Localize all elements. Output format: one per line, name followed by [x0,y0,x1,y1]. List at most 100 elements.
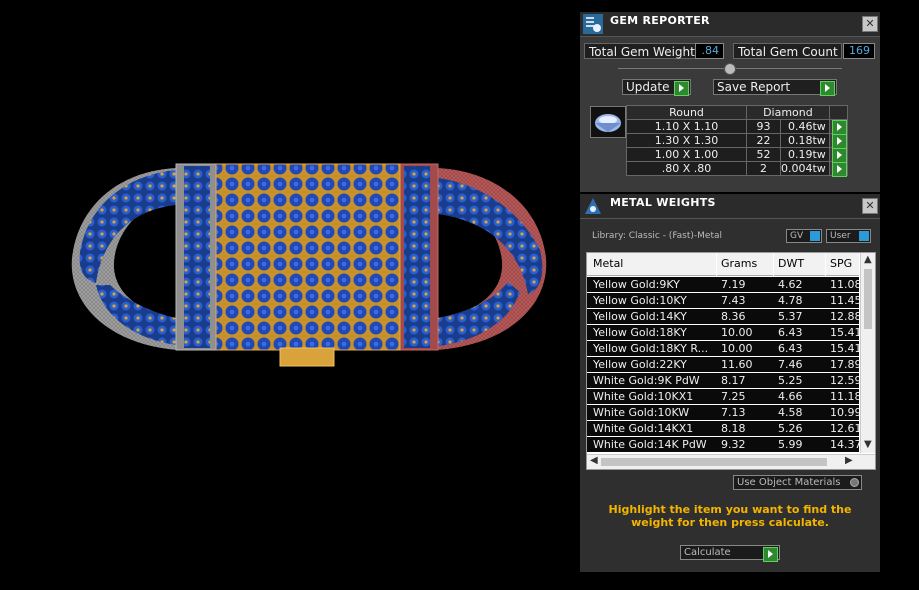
spg: 14.37 [830,438,859,451]
dwt: 4.78 [778,294,803,307]
gem-weight: 0.46tw [780,119,830,134]
metal-name: Yellow Gold:10KY [593,294,687,307]
gem-row[interactable]: 1.00 X 1.00 52 0.19tw [626,147,848,163]
library-label: Library: Classic - (Fast)-Metal [592,231,723,241]
metal-rows: Yellow Gold:9KY 7.19 4.62 11.08 Yellow Gold… [587,277,859,453]
horizontal-scroll-thumb[interactable] [601,458,827,466]
calculate-label: Calculate [684,547,731,558]
table-row[interactable]: Yellow Gold:14KY 8.36 5.37 12.88 [587,309,859,325]
grams: 7.13 [721,406,746,419]
metal-weights-titlebar[interactable]: METAL WEIGHTS ✕ [580,194,880,219]
grams: 11.60 [721,358,753,371]
table-row[interactable]: Yellow Gold:18KY R... 10.00 6.43 15.41 [587,341,859,357]
table-row[interactable]: Yellow Gold:18KY 10.00 6.43 15.41 [587,325,859,341]
gem-slider-knob[interactable] [724,63,736,75]
dwt: 5.37 [778,310,803,323]
gem-count: 22 [746,133,781,148]
horizontal-scrollbar[interactable]: ◀ ▶ [587,454,875,469]
spg: 10.99 [830,406,859,419]
table-row[interactable]: White Gold:14KX1 8.18 5.26 12.61 [587,421,859,437]
column-header-spg[interactable]: SPG [830,257,852,270]
dwt: 4.66 [778,390,803,403]
use-object-materials-toggle[interactable]: Use Object Materials [733,475,862,490]
spg: 12.59 [830,374,859,387]
spg: 17.89 [830,358,859,371]
save-report-button[interactable]: Save Report [713,79,837,96]
gem-reporter-icon [583,14,603,34]
grams: 8.17 [721,374,746,387]
3d-viewport[interactable] [0,0,578,586]
grams: 10.00 [721,326,753,339]
gem-row[interactable]: .80 X .80 2 0.004tw [626,161,848,177]
gem-row[interactable]: 1.10 X 1.10 93 0.46tw [626,119,848,135]
scroll-down-icon[interactable]: ▼ [864,439,872,450]
close-icon[interactable]: ✕ [862,16,878,32]
spg: 11.08 [830,278,859,291]
metal-table-header: Metal Grams DWT SPG [587,253,859,276]
grams: 9.32 [721,438,746,451]
metal-name: White Gold:14KX1 [593,422,694,435]
gem-weight: 0.004tw [780,161,830,176]
gem-size: 1.10 X 1.10 [626,119,747,134]
table-row[interactable]: White Gold:14K PdW 9.32 5.99 14.37 [587,437,859,453]
gem-size: 1.00 X 1.00 [626,147,747,162]
spg: 12.88 [830,310,859,323]
dwt: 5.25 [778,374,803,387]
spg: 15.41 [830,326,859,339]
gem-count: 93 [746,119,781,134]
metal-name: Yellow Gold:22KY [593,358,687,371]
gem-material-header: Diamond [746,105,830,120]
table-row[interactable]: White Gold:9K PdW 8.17 5.25 12.59 [587,373,859,389]
dwt: 6.43 [778,326,803,339]
table-row[interactable]: White Gold:10KX1 7.25 4.66 11.18 [587,389,859,405]
play-arrow-icon [820,81,835,96]
grams: 7.43 [721,294,746,307]
dwt: 6.43 [778,342,803,355]
gem-count: 2 [746,161,781,176]
column-header-grams[interactable]: Grams [721,257,757,270]
metal-name: White Gold:10KW [593,406,690,419]
total-gem-count-label: Total Gem Count [733,43,842,59]
gv-toggle[interactable]: GV [786,229,822,243]
dwt: 5.26 [778,422,803,435]
table-row[interactable]: White Gold:10KW 7.13 4.58 10.99 [587,405,859,421]
gem-size: .80 X .80 [626,161,747,176]
spg: 11.45 [830,294,859,307]
spg: 15.41 [830,342,859,355]
play-arrow-icon [674,81,689,96]
scroll-right-icon[interactable]: ▶ [845,455,853,466]
calculate-button[interactable]: Calculate [680,545,780,562]
total-gem-weight-value: .84 [695,43,724,59]
table-row[interactable]: Yellow Gold:22KY 11.60 7.46 17.89 [587,357,859,373]
spg: 12.61 [830,422,859,435]
scroll-left-icon[interactable]: ◀ [590,455,598,466]
user-toggle[interactable]: User [826,229,871,243]
table-row[interactable]: Yellow Gold:9KY 7.19 4.62 11.08 [587,277,859,293]
gv-label: GV [790,231,804,241]
gem-row[interactable]: 1.30 X 1.30 22 0.18tw [626,133,848,149]
total-gem-count-value: 169 [843,43,875,59]
grams: 10.00 [721,342,753,355]
dwt: 7.46 [778,358,803,371]
column-header-dwt[interactable]: DWT [778,257,804,270]
close-icon[interactable]: ✕ [862,198,878,214]
gem-reporter-title: GEM REPORTER [610,14,710,27]
update-button[interactable]: Update [622,79,691,96]
ring-model[interactable] [0,0,578,586]
vertical-scrollbar[interactable]: ▲ ▼ [860,253,875,453]
dwt: 4.58 [778,406,803,419]
radio-icon [850,478,859,487]
gem-weight: 0.18tw [780,133,830,148]
gem-reporter-titlebar[interactable]: GEM REPORTER ✕ [580,12,880,37]
grams: 7.25 [721,390,746,403]
column-header-metal[interactable]: Metal [593,257,623,270]
play-arrow-icon[interactable] [831,162,847,177]
dwt: 5.99 [778,438,803,451]
table-row[interactable]: Yellow Gold:10KY 7.43 4.78 11.45 [587,293,859,309]
metal-table[interactable]: Metal Grams DWT SPG Yellow Gold:9KY 7.19 4… [586,252,876,470]
scroll-up-icon[interactable]: ▲ [864,254,872,265]
vertical-scroll-thumb[interactable] [864,269,872,329]
metal-name: White Gold:10KX1 [593,390,694,403]
hint-text: Highlight the item you want to find the … [608,503,852,529]
metal-weights-title: METAL WEIGHTS [610,196,716,209]
